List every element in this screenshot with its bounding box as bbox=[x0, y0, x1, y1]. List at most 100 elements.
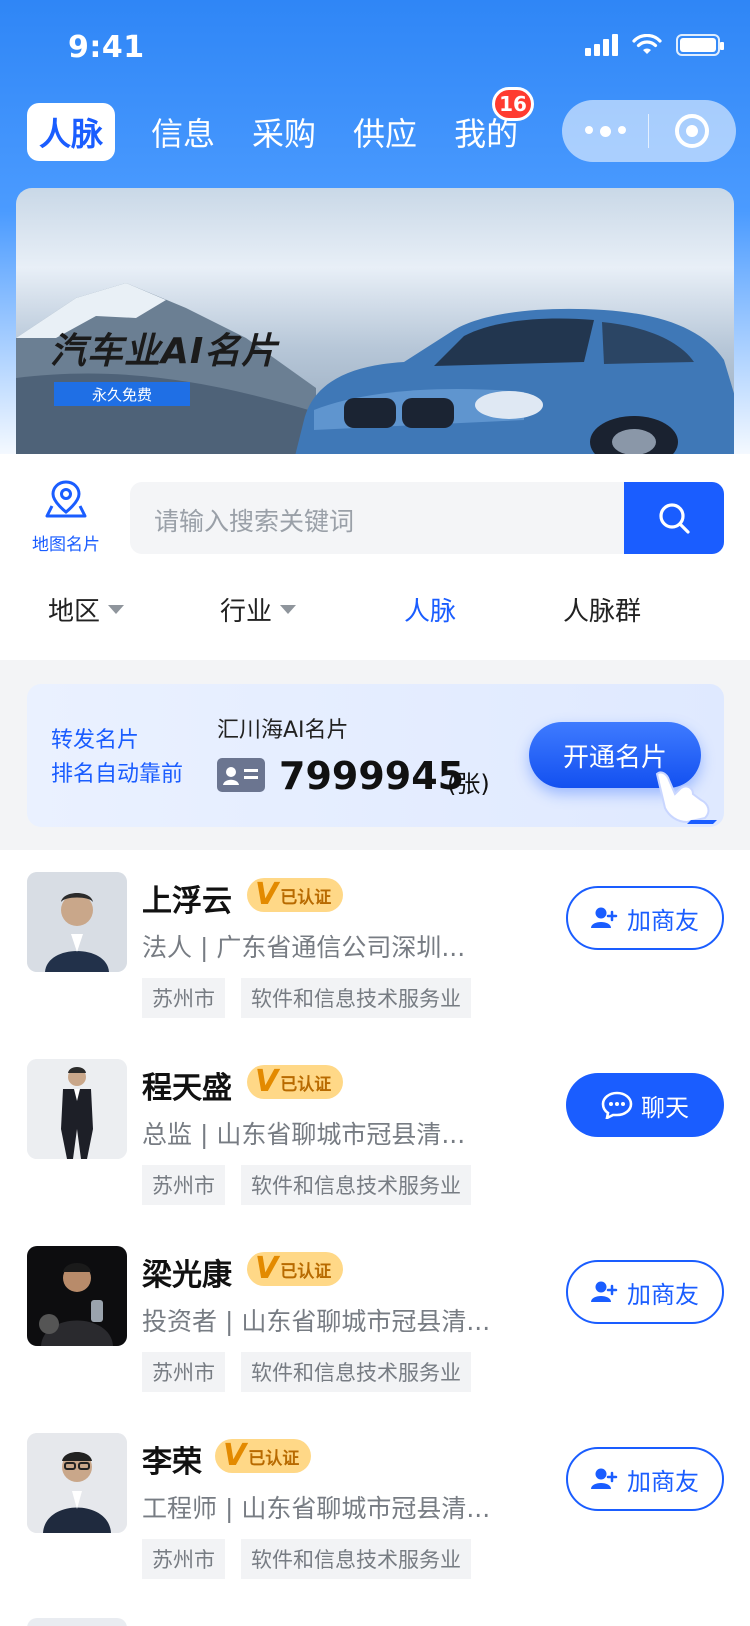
list-item[interactable]: 上浮云 V 已认证 法人 | 广东省通信公司深圳... 苏州市 软件和信息技术服… bbox=[0, 850, 750, 1037]
search-input[interactable]: 请输入搜索关键词 bbox=[154, 502, 354, 538]
map-card-button[interactable]: 地图名片 bbox=[24, 478, 108, 555]
add-user-icon bbox=[591, 907, 618, 928]
card-count-unit: (张) bbox=[447, 770, 490, 798]
banner-tag: 永久免费 bbox=[54, 382, 190, 406]
verified-label: 已认证 bbox=[248, 1448, 300, 1469]
search-button[interactable] bbox=[624, 482, 724, 554]
filter-contacts[interactable]: 人脉 bbox=[344, 584, 516, 634]
avatar bbox=[27, 1433, 127, 1533]
industry-tag: 软件和信息技术服务业 bbox=[241, 1352, 471, 1392]
tab-caigou[interactable]: 采购 bbox=[252, 109, 316, 155]
tab-wode[interactable]: 我的 16 bbox=[454, 87, 534, 155]
verified-v-icon: V bbox=[255, 877, 279, 912]
promo-slogan-line1: 转发名片 bbox=[51, 728, 140, 753]
person-name: 上浮云 bbox=[142, 884, 232, 919]
search-icon bbox=[659, 503, 690, 534]
industry-tag: 软件和信息技术服务业 bbox=[241, 1165, 471, 1205]
city-tag: 苏州市 bbox=[142, 1539, 225, 1579]
avatar bbox=[27, 872, 127, 972]
verified-label: 已认证 bbox=[280, 1074, 332, 1095]
filter-region[interactable]: 地区 bbox=[0, 584, 172, 634]
wifi-icon bbox=[632, 34, 662, 54]
more-icon[interactable] bbox=[562, 125, 648, 137]
action-label: 加商友 bbox=[627, 1467, 699, 1496]
map-card-label: 地图名片 bbox=[32, 535, 100, 555]
car-illustration bbox=[295, 308, 734, 454]
filter-bar: 地区 行业 人脉 人脉群 bbox=[0, 584, 750, 634]
filter-contact-groups[interactable]: 人脉群 bbox=[516, 584, 688, 634]
filter-contacts-label: 人脉 bbox=[403, 596, 456, 627]
person-tags: 苏州市 软件和信息技术服务业 bbox=[142, 1352, 471, 1392]
close-target-icon[interactable] bbox=[649, 114, 735, 148]
verified-v-icon: V bbox=[255, 1251, 279, 1286]
list-item[interactable]: 梁光康 V 已认证 投资者 | 山东省聊城市冠县清... 苏州市 软件和信息技术… bbox=[0, 1224, 750, 1411]
banner-title: 汽车业AI名片 bbox=[50, 331, 279, 372]
person-description: 工程师 | 山东省聊城市冠县清... bbox=[142, 1494, 491, 1523]
verified-label: 已认证 bbox=[280, 1261, 332, 1282]
verified-badge: V 已认证 bbox=[247, 877, 344, 912]
promo-slogan: 转发名片 排名自动靠前 bbox=[51, 724, 183, 792]
top-tabs: 人脉 信息 采购 供应 我的 16 bbox=[27, 87, 555, 161]
add-user-icon bbox=[591, 1281, 618, 1302]
id-card-icon bbox=[217, 758, 265, 792]
filter-industry-label: 行业 bbox=[219, 596, 272, 627]
miniprogram-capsule bbox=[562, 100, 736, 162]
avatar-partial bbox=[27, 1618, 127, 1626]
action-label: 加商友 bbox=[627, 906, 699, 935]
search-section: 地图名片 请输入搜索关键词 地区 行业 人脉 人脉群 bbox=[0, 454, 750, 660]
list-item[interactable]: 李荣 V 已认证 工程师 | 山东省聊城市冠县清... 苏州市 软件和信息技术服… bbox=[0, 1411, 750, 1598]
caret-down-icon bbox=[108, 604, 124, 614]
card-count: 7999945 bbox=[279, 754, 465, 798]
contact-list: 上浮云 V 已认证 法人 | 广东省通信公司深圳... 苏州市 软件和信息技术服… bbox=[0, 850, 750, 1626]
person-tags: 苏州市 软件和信息技术服务业 bbox=[142, 978, 471, 1018]
person-tags: 苏州市 软件和信息技术服务业 bbox=[142, 1165, 471, 1205]
tab-gongying[interactable]: 供应 bbox=[353, 109, 417, 155]
list-item[interactable]: 程天盛 V 已认证 总监 | 山东省聊城市冠县清... 苏州市 软件和信息技术服… bbox=[0, 1037, 750, 1224]
verified-badge: V 已认证 bbox=[215, 1438, 312, 1473]
add-business-friend-button[interactable]: 加商友 bbox=[566, 886, 724, 950]
person-description: 总监 | 山东省聊城市冠县清... bbox=[142, 1120, 466, 1149]
promo-banner[interactable]: 汽车业AI名片 永久免费 bbox=[16, 188, 734, 454]
open-card-promo: 转发名片 排名自动靠前 汇川海AI名片 7999945 (张) 开通名片 bbox=[27, 684, 724, 827]
status-icons bbox=[585, 34, 724, 56]
notification-badge: 16 bbox=[492, 87, 534, 121]
person-name: 程天盛 bbox=[142, 1071, 232, 1106]
filter-region-label: 地区 bbox=[47, 596, 100, 627]
person-tags: 苏州市 软件和信息技术服务业 bbox=[142, 1539, 471, 1579]
city-tag: 苏州市 bbox=[142, 1352, 225, 1392]
verified-badge: V 已认证 bbox=[247, 1251, 344, 1286]
person-description: 法人 | 广东省通信公司深圳... bbox=[142, 933, 466, 962]
add-user-icon bbox=[591, 1468, 618, 1489]
city-tag: 苏州市 bbox=[142, 978, 225, 1018]
signal-icon bbox=[585, 34, 618, 56]
status-bar: 9:41 bbox=[0, 0, 750, 96]
tab-xinxi[interactable]: 信息 bbox=[151, 109, 215, 155]
city-tag: 苏州市 bbox=[142, 1165, 225, 1205]
person-description: 投资者 | 山东省聊城市冠县清... bbox=[142, 1307, 491, 1336]
verified-label: 已认证 bbox=[280, 887, 332, 908]
promo-slogan-line2: 排名自动靠前 bbox=[51, 762, 184, 787]
add-business-friend-button[interactable]: 加商友 bbox=[566, 1260, 724, 1324]
chat-button[interactable]: 聊天 bbox=[566, 1073, 724, 1137]
verified-v-icon: V bbox=[223, 1438, 247, 1473]
chat-bubble-icon bbox=[601, 1091, 633, 1119]
add-business-friend-button[interactable]: 加商友 bbox=[566, 1447, 724, 1511]
person-name: 李荣 bbox=[142, 1445, 202, 1480]
avatar bbox=[27, 1246, 127, 1346]
industry-tag: 软件和信息技术服务业 bbox=[241, 1539, 471, 1579]
tab-renmai[interactable]: 人脉 bbox=[27, 103, 116, 161]
status-time: 9:41 bbox=[68, 30, 145, 65]
promo-title: 汇川海AI名片 bbox=[217, 718, 349, 743]
industry-tag: 软件和信息技术服务业 bbox=[241, 978, 471, 1018]
person-name: 梁光康 bbox=[142, 1258, 232, 1293]
verified-badge: V 已认证 bbox=[247, 1064, 344, 1099]
action-label: 聊天 bbox=[641, 1093, 689, 1122]
verified-v-icon: V bbox=[255, 1064, 279, 1099]
battery-icon bbox=[676, 34, 724, 56]
filter-industry[interactable]: 行业 bbox=[172, 584, 344, 634]
search-bar[interactable]: 请输入搜索关键词 bbox=[130, 482, 724, 554]
caret-down-icon bbox=[280, 604, 296, 614]
map-location-icon bbox=[45, 480, 87, 518]
action-label: 加商友 bbox=[627, 1280, 699, 1309]
avatar bbox=[27, 1059, 127, 1159]
